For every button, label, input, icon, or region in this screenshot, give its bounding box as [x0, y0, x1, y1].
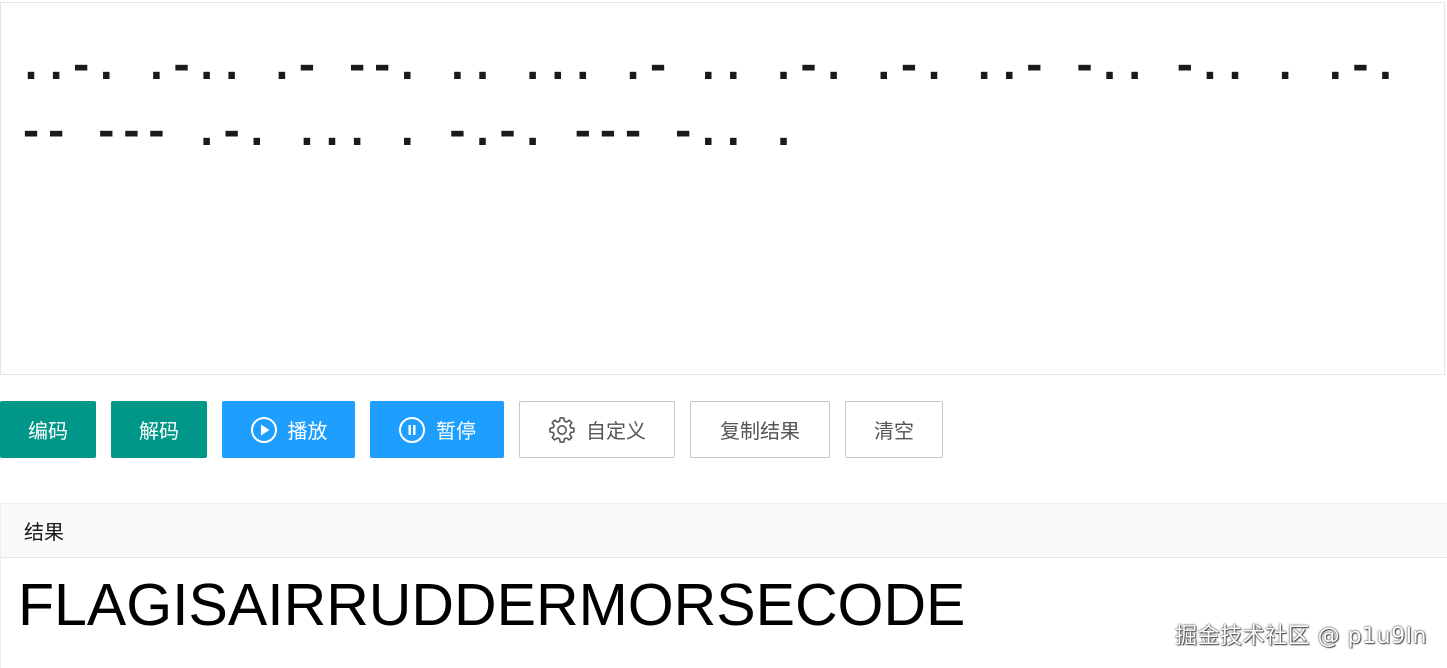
encode-button[interactable]: 编码: [0, 401, 96, 458]
pause-circle-icon: [398, 416, 426, 444]
play-button[interactable]: 播放: [222, 401, 355, 458]
pause-button-label: 暂停: [436, 419, 476, 443]
morse-tool-page: ..-. .-.. .- --. .. ... .- .. .-. .-. ..…: [0, 0, 1447, 668]
result-header: 结果: [1, 504, 1447, 558]
play-button-label: 播放: [287, 419, 328, 443]
clear-button[interactable]: 清空: [845, 401, 943, 458]
pause-button[interactable]: 暂停: [370, 401, 504, 458]
custom-button-label: 自定义: [586, 419, 646, 443]
toolbar: 编码 解码 播放 暂停 自定义 复制结果 清空: [0, 401, 943, 458]
custom-button[interactable]: 自定义: [519, 401, 675, 458]
clear-button-label: 清空: [874, 419, 914, 443]
morse-input[interactable]: ..-. .-.. .- --. .. ... .- .. .-. .-. ..…: [0, 2, 1445, 375]
gear-icon: [548, 416, 576, 444]
watermark: 掘金技术社区 @ p1u9In: [1175, 624, 1427, 649]
play-circle-icon: [250, 416, 278, 444]
copy-result-button[interactable]: 复制结果: [690, 401, 830, 458]
decode-button-label: 解码: [139, 419, 179, 443]
decode-button[interactable]: 解码: [111, 401, 207, 458]
copy-result-button-label: 复制结果: [720, 419, 800, 443]
encode-button-label: 编码: [28, 419, 68, 443]
